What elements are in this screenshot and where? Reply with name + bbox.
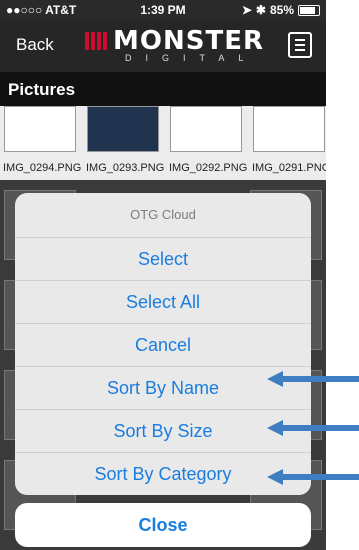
thumbnail[interactable] [4, 106, 76, 152]
brand-logo: MONSTER DIGITAL [85, 26, 265, 66]
thumbnail[interactable] [87, 106, 159, 152]
select-button[interactable]: Select [15, 238, 311, 281]
close-button[interactable]: Close [15, 503, 311, 547]
back-button[interactable]: Back [16, 35, 54, 55]
action-sheet-title: OTG Cloud [15, 193, 311, 238]
status-right: ➤ ✱ 85% [242, 3, 320, 17]
thumbnail[interactable] [170, 106, 242, 152]
location-icon: ➤ [241, 3, 252, 17]
phone-screen: ●●○○○ AT&T 1:39 PM ➤ ✱ 85% Back MONSTER … [0, 0, 326, 550]
battery-icon [298, 4, 320, 16]
monster-mark-icon [85, 32, 107, 50]
cancel-button[interactable]: Cancel [15, 324, 311, 367]
page-title: Pictures [8, 80, 76, 99]
brand-name: MONSTER [113, 26, 264, 56]
arrow-left-icon [267, 420, 359, 436]
filename-label: IMG_0291.PNG [252, 162, 326, 174]
title-bar: Pictures [0, 72, 326, 106]
filename-label: IMG_0292.PNG [169, 162, 248, 174]
bluetooth-icon: ✱ [255, 3, 266, 17]
menu-list-icon[interactable] [288, 32, 312, 58]
battery-percent: 85% [269, 3, 294, 17]
filename-row: IMG_0294.PNG IMG_0293.PNG IMG_0292.PNG I… [0, 156, 326, 180]
status-bar: ●●○○○ AT&T 1:39 PM ➤ ✱ 85% [0, 0, 326, 20]
arrow-left-icon [267, 371, 359, 387]
thumbnail[interactable] [253, 106, 325, 152]
filename-label: IMG_0293.PNG [86, 162, 165, 174]
nav-bar: Back MONSTER DIGITAL [0, 20, 326, 72]
thumbnail-row [0, 106, 326, 156]
brand-subtitle: DIGITAL [125, 53, 258, 63]
action-sheet: OTG Cloud Select Select All Cancel Sort … [15, 193, 311, 495]
select-all-button[interactable]: Select All [15, 281, 311, 324]
filename-label: IMG_0294.PNG [3, 162, 82, 174]
arrow-left-icon [267, 469, 359, 485]
